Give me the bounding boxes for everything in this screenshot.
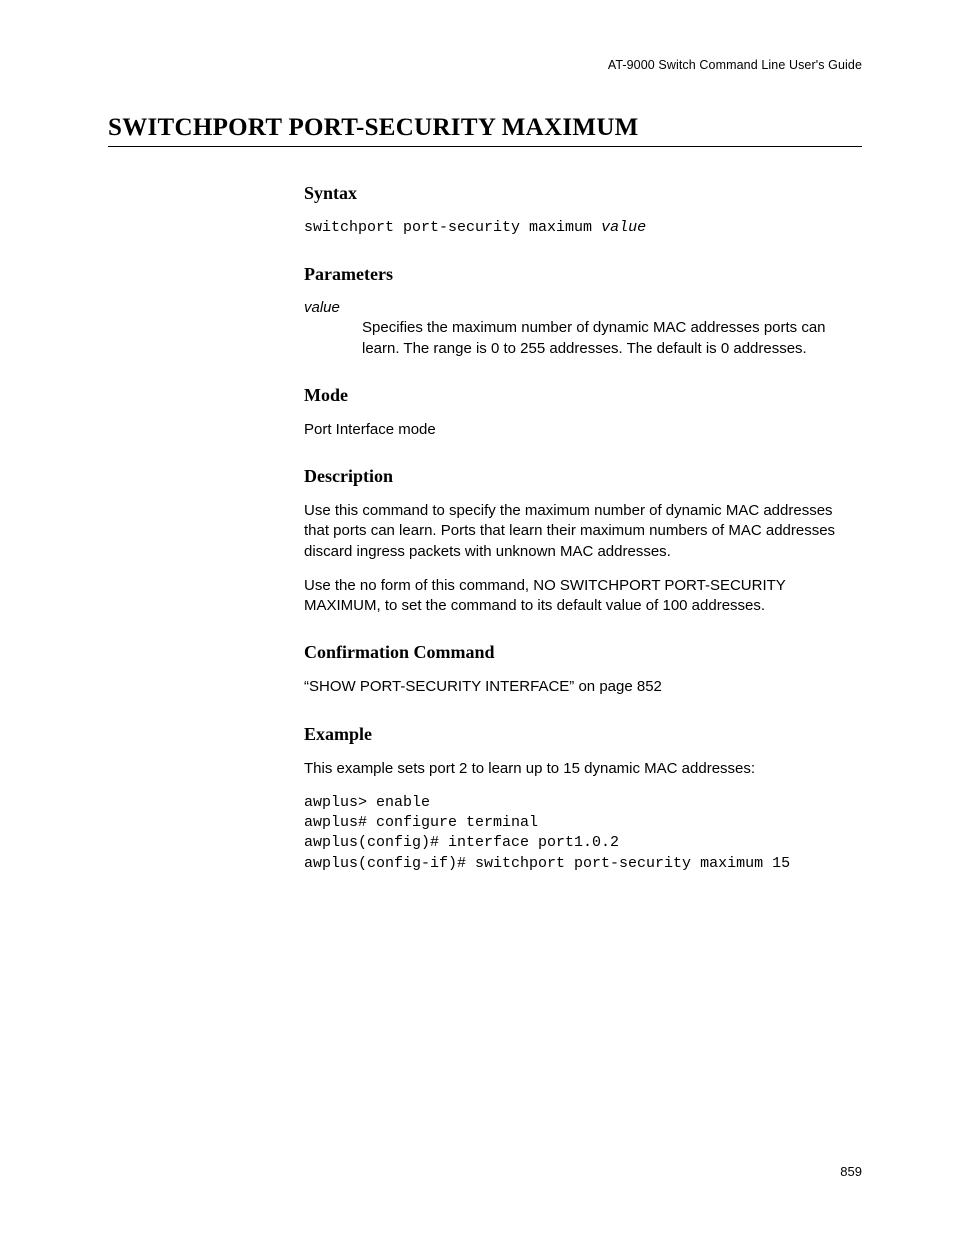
- confirmation-heading: Confirmation Command: [304, 642, 852, 663]
- page: AT-9000 Switch Command Line User's Guide…: [0, 0, 954, 1235]
- syntax-command: switchport port-security maximum value: [304, 218, 852, 238]
- syntax-heading: Syntax: [304, 183, 852, 204]
- mode-heading: Mode: [304, 385, 852, 406]
- mode-text: Port Interface mode: [304, 420, 852, 440]
- syntax-command-text: switchport port-security maximum: [304, 219, 601, 236]
- description-p1: Use this command to specify the maximum …: [304, 501, 852, 562]
- page-number: 859: [840, 1164, 862, 1179]
- example-heading: Example: [304, 724, 852, 745]
- example-code: awplus> enable awplus# configure termina…: [304, 793, 852, 874]
- parameters-heading: Parameters: [304, 264, 852, 285]
- description-heading: Description: [304, 466, 852, 487]
- syntax-arg: value: [601, 219, 646, 236]
- running-head: AT-9000 Switch Command Line User's Guide: [108, 58, 862, 72]
- param-desc: Specifies the maximum number of dynamic …: [362, 318, 852, 359]
- content-block: Syntax switchport port-security maximum …: [304, 183, 852, 874]
- example-intro: This example sets port 2 to learn up to …: [304, 759, 852, 779]
- confirmation-text: “SHOW PORT-SECURITY INTERFACE” on page 8…: [304, 677, 852, 697]
- description-p2: Use the no form of this command, NO SWIT…: [304, 576, 852, 617]
- param-term: value: [304, 299, 852, 316]
- page-title: SWITCHPORT PORT-SECURITY MAXIMUM: [108, 114, 862, 147]
